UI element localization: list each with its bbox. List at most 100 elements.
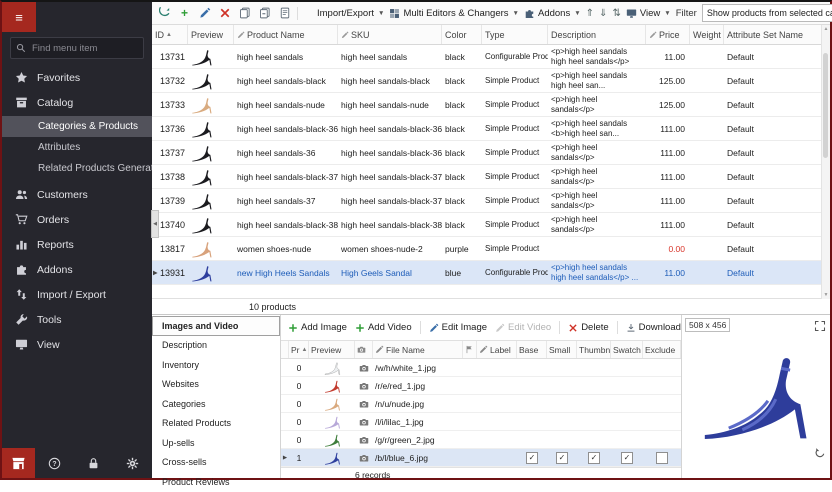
table-row[interactable]: 0/r/e/red_1.jpg: [281, 377, 681, 395]
sidebar-item-view[interactable]: View: [2, 332, 152, 357]
table-row[interactable]: ▶1/b/l/blue_6.jpg✓✓✓✓: [281, 449, 681, 467]
category-filter-select[interactable]: Show products from selected categories▼: [702, 4, 832, 22]
scrollbar-thumb[interactable]: [823, 53, 828, 158]
help-button[interactable]: ?: [35, 457, 74, 470]
table-row[interactable]: 13731high heel sandalshigh heel sandalsb…: [152, 45, 822, 69]
tab-cross-sells[interactable]: Cross-sells: [152, 453, 280, 473]
tab-categories[interactable]: Categories: [152, 394, 280, 414]
edit-button[interactable]: [197, 5, 212, 21]
details-button[interactable]: [277, 5, 292, 21]
settings-button[interactable]: [113, 457, 152, 470]
addons-menu[interactable]: Addons▼: [524, 8, 581, 19]
column-header-base[interactable]: Base: [517, 341, 547, 358]
column-header-preview[interactable]: Preview: [188, 25, 234, 44]
vertical-scrollbar[interactable]: ▲ ▼: [821, 25, 830, 299]
sort-button[interactable]: ⇅: [612, 8, 620, 19]
sidebar-item-reports[interactable]: Reports: [2, 232, 152, 257]
column-header-camera[interactable]: [355, 341, 373, 358]
table-row[interactable]: 0/w/h/white_1.jpg: [281, 359, 681, 377]
column-header-flag[interactable]: [463, 341, 477, 358]
fullscreen-button[interactable]: [814, 319, 826, 331]
table-row[interactable]: 13737high heel sandals-36high heel sanda…: [152, 141, 822, 165]
column-header-thumbna[interactable]: Thumbna: [577, 341, 611, 358]
checkbox[interactable]: ✓: [556, 452, 568, 464]
column-header-attribute-set-name[interactable]: Attribute Set Name: [724, 25, 822, 44]
tab-images-and-video[interactable]: Images and Video: [152, 316, 280, 336]
scroll-up-icon[interactable]: ▲: [824, 26, 829, 32]
column-header-weight[interactable]: Weight: [690, 25, 724, 44]
column-header-sku[interactable]: SKU: [338, 25, 442, 44]
add-video-button[interactable]: Add Video: [355, 322, 412, 333]
menu-toggle-button[interactable]: ≡: [2, 2, 36, 32]
tab-inventory[interactable]: Inventory: [152, 355, 280, 375]
table-row[interactable]: 13817women shoes-nudewomen shoes-nude-2p…: [152, 237, 822, 261]
checkbox[interactable]: ✓: [621, 452, 633, 464]
sidebar-item-catalog[interactable]: Catalog: [2, 90, 152, 115]
column-header-price[interactable]: Price: [646, 25, 690, 44]
expand-all-button[interactable]: ⇑: [586, 8, 594, 19]
delete-button[interactable]: [217, 5, 232, 21]
table-row[interactable]: 0/g/r/green_2.jpg: [281, 431, 681, 449]
table-row[interactable]: 0/l/i/lilac_1.jpg: [281, 413, 681, 431]
sidebar-search[interactable]: [10, 37, 144, 59]
column-header-description[interactable]: Description: [548, 25, 646, 44]
sidebar-item-orders[interactable]: Orders: [2, 207, 152, 232]
table-row[interactable]: 13736high heel sandals-black-36high heel…: [152, 117, 822, 141]
column-header-label[interactable]: Label: [477, 341, 517, 358]
sidebar-item-customers[interactable]: Customers: [2, 182, 152, 207]
collapse-all-button[interactable]: ⇓: [599, 8, 607, 19]
zoom-button[interactable]: [814, 462, 826, 474]
search-input[interactable]: [30, 42, 138, 55]
duplicate-button[interactable]: [257, 5, 272, 21]
scroll-down-icon[interactable]: ▼: [824, 292, 829, 298]
sidebar-item-attributes[interactable]: Attributes: [2, 137, 152, 158]
import-export-menu[interactable]: Import/Export▼: [303, 8, 384, 19]
edit-image-button[interactable]: Edit Image: [429, 322, 487, 333]
column-header-swatch[interactable]: Swatch: [611, 341, 643, 358]
table-row[interactable]: 13739high heel sandals-37high heel sanda…: [152, 189, 822, 213]
table-row[interactable]: 0/n/u/nude.jpg: [281, 395, 681, 413]
sidebar-item-categories-products[interactable]: Categories & Products: [2, 116, 152, 137]
table-row[interactable]: ▶13931new High Heels SandalsHigh Geels S…: [152, 261, 822, 285]
column-header-file-name[interactable]: File Name: [373, 341, 463, 358]
sidebar-item-import-export[interactable]: Import / Export: [2, 282, 152, 307]
add-product-button[interactable]: +: [177, 5, 192, 21]
open-external-button[interactable]: [814, 335, 826, 347]
tab-websites[interactable]: Websites: [152, 375, 280, 395]
copy-button[interactable]: [237, 5, 252, 21]
lock-button[interactable]: [74, 457, 113, 470]
tab-related-products[interactable]: Related Products: [152, 414, 280, 434]
download-image-button[interactable]: Download Image: [626, 322, 681, 333]
table-row[interactable]: 13732high heel sandals-blackhigh heel sa…: [152, 69, 822, 93]
edit-video-button[interactable]: Edit Video: [495, 322, 551, 333]
rotate-button[interactable]: [814, 446, 826, 458]
tab-product-reviews[interactable]: Product Reviews: [152, 472, 280, 492]
column-header-product-name[interactable]: Product Name: [234, 25, 338, 44]
add-image-button[interactable]: Add Image: [288, 322, 347, 333]
sidebar-item-related-products-generator[interactable]: Related Products Generator: [2, 158, 152, 179]
column-header-preview[interactable]: Preview: [309, 341, 355, 358]
column-header-exclude[interactable]: Exclude: [643, 341, 681, 358]
delete-button[interactable]: Delete: [568, 322, 608, 333]
column-header-color[interactable]: Color: [442, 25, 482, 44]
checkbox[interactable]: ✓: [526, 452, 538, 464]
column-header-pr[interactable]: Pr▲: [289, 341, 309, 358]
tab-up-sells[interactable]: Up-sells: [152, 433, 280, 453]
sidebar-item-tools[interactable]: Tools: [2, 307, 152, 332]
view-menu[interactable]: View▼: [626, 8, 671, 19]
tab-description[interactable]: Description: [152, 336, 280, 356]
column-header-small[interactable]: Small: [547, 341, 577, 358]
multi-editors-menu[interactable]: Multi Editors & Changers▼: [389, 8, 519, 19]
sidebar-item-addons[interactable]: Addons: [2, 257, 152, 282]
table-row[interactable]: 13740high heel sandals-black-38high heel…: [152, 213, 822, 237]
store-button[interactable]: [2, 448, 35, 478]
checkbox[interactable]: ✓: [588, 452, 600, 464]
panel-collapse-handle[interactable]: ◀: [151, 210, 159, 238]
refresh-button[interactable]: [157, 5, 172, 21]
column-header-id[interactable]: ID▲: [152, 25, 188, 44]
sidebar-item-favorites[interactable]: Favorites: [2, 65, 152, 90]
column-header-type[interactable]: Type: [482, 25, 548, 44]
checkbox[interactable]: [656, 452, 668, 464]
table-row[interactable]: 13738high heel sandals-black-37high heel…: [152, 165, 822, 189]
table-row[interactable]: 13733high heel sandals-nudehigh heel san…: [152, 93, 822, 117]
